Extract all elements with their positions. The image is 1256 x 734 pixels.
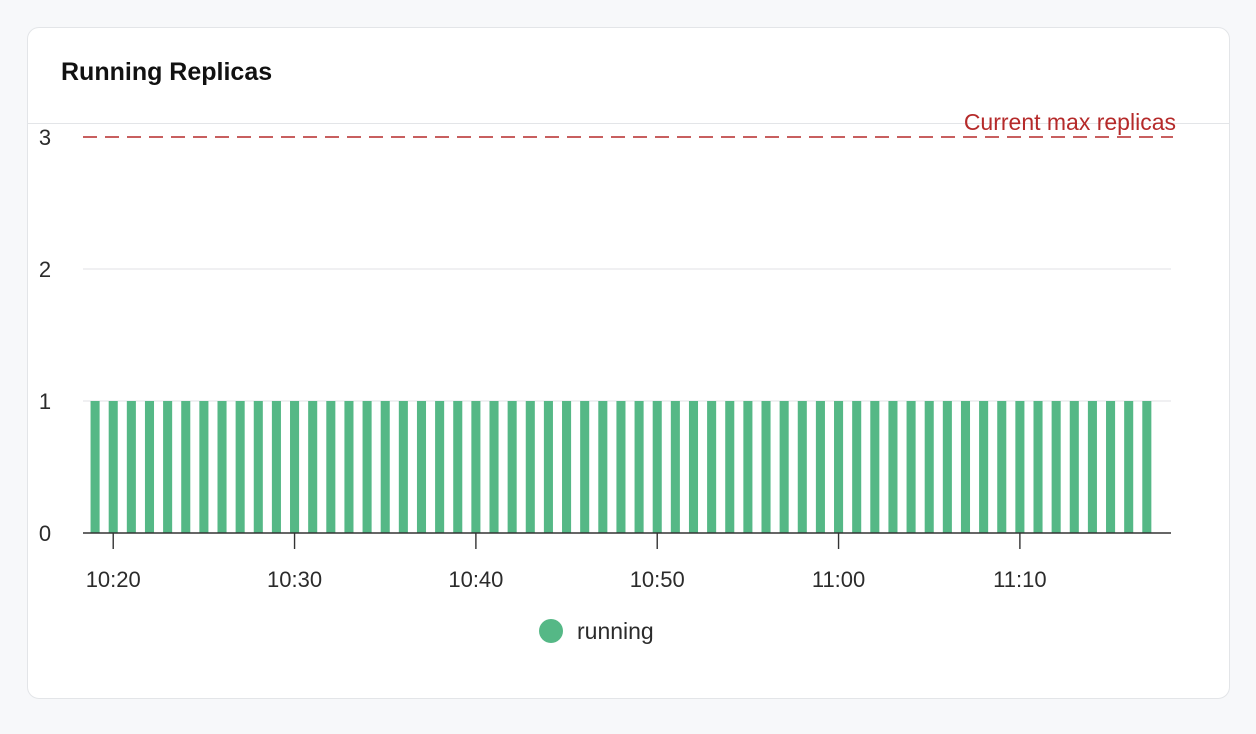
- bar-running-26: [562, 401, 572, 533]
- bar-running-36: [743, 401, 753, 533]
- bar-running-21: [471, 401, 481, 533]
- x-tick-label-11:00: 11:00: [812, 567, 865, 592]
- bar-running-30: [634, 401, 644, 533]
- bar-running-18: [416, 401, 427, 533]
- bar-running-2: [126, 401, 136, 533]
- bar-running-43: [870, 401, 880, 533]
- y-tick-label-2: 2: [39, 257, 51, 282]
- bar-running-29: [616, 401, 626, 533]
- bar-running-3: [144, 401, 155, 533]
- bar-series-running: [90, 401, 1152, 533]
- bar-running-47: [942, 401, 952, 533]
- bar-running-45: [906, 401, 916, 533]
- bar-running-5: [181, 401, 191, 533]
- bar-running-25: [543, 401, 553, 533]
- bar-running-0: [90, 401, 100, 533]
- bar-running-8: [235, 401, 245, 533]
- bar-running-14: [344, 401, 354, 533]
- bar-running-11: [290, 401, 300, 533]
- bar-running-4: [163, 401, 173, 533]
- x-tick-label-10:30: 10:30: [267, 567, 322, 592]
- x-tick-label-11:10: 11:10: [993, 567, 1046, 592]
- legend-label-running: running: [577, 618, 654, 644]
- bar-running-15: [362, 401, 372, 533]
- bar-running-58: [1142, 401, 1152, 533]
- bar-running-51: [1015, 401, 1025, 533]
- bar-running-13: [326, 401, 336, 533]
- y-tick-label-0: 0: [39, 521, 51, 546]
- bar-running-24: [525, 401, 535, 533]
- bar-running-35: [725, 401, 735, 533]
- reference-line-label-0: Current max replicas: [964, 109, 1176, 135]
- legend[interactable]: running: [539, 618, 654, 644]
- bar-running-20: [453, 401, 463, 533]
- bar-running-31: [652, 401, 662, 533]
- y-tick-label-3: 3: [39, 125, 51, 150]
- bar-running-39: [797, 401, 807, 533]
- bar-running-6: [199, 401, 209, 533]
- bar-running-28: [598, 401, 608, 533]
- x-tick-label-10:40: 10:40: [448, 567, 503, 592]
- bar-running-7: [217, 401, 227, 533]
- bar-running-52: [1033, 401, 1043, 533]
- bar-running-38: [779, 401, 789, 533]
- bar-running-23: [507, 401, 517, 533]
- bar-running-10: [271, 401, 281, 533]
- bar-running-37: [761, 401, 771, 533]
- bar-running-56: [1106, 401, 1116, 533]
- bar-running-54: [1069, 401, 1079, 533]
- bar-running-41: [834, 401, 844, 533]
- legend-item-running[interactable]: running: [539, 618, 654, 644]
- reference-line-group: Current max replicas: [83, 109, 1176, 138]
- bar-running-16: [380, 401, 390, 533]
- bar-running-34: [707, 401, 717, 533]
- bar-running-48: [960, 401, 971, 533]
- bar-running-17: [398, 401, 408, 533]
- bar-running-55: [1087, 401, 1097, 533]
- x-tick-label-10:50: 10:50: [630, 567, 685, 592]
- bar-running-44: [888, 401, 898, 533]
- bar-running-12: [308, 401, 318, 533]
- bar-running-53: [1051, 401, 1061, 533]
- bar-running-57: [1124, 401, 1134, 533]
- bar-running-19: [435, 401, 445, 533]
- bar-running-46: [924, 401, 934, 533]
- bar-running-1: [108, 401, 118, 533]
- bar-running-33: [688, 401, 699, 533]
- bar-running-42: [852, 401, 862, 533]
- grid-lines: [83, 268, 1171, 402]
- legend-swatch-running: [539, 619, 563, 643]
- bar-running-49: [979, 401, 989, 533]
- x-tick-label-10:20: 10:20: [86, 567, 141, 592]
- bar-running-9: [253, 401, 263, 533]
- bar-running-50: [997, 401, 1007, 533]
- bar-running-40: [815, 401, 825, 533]
- running-replicas-chart: 0 1 2 3 10:20 10:30 10:40 10:50 11:00 11:10 Curre…: [39, 109, 1176, 644]
- bar-running-22: [489, 401, 499, 533]
- y-tick-label-1: 1: [39, 389, 51, 414]
- bar-running-27: [580, 401, 590, 533]
- bar-running-32: [670, 401, 680, 533]
